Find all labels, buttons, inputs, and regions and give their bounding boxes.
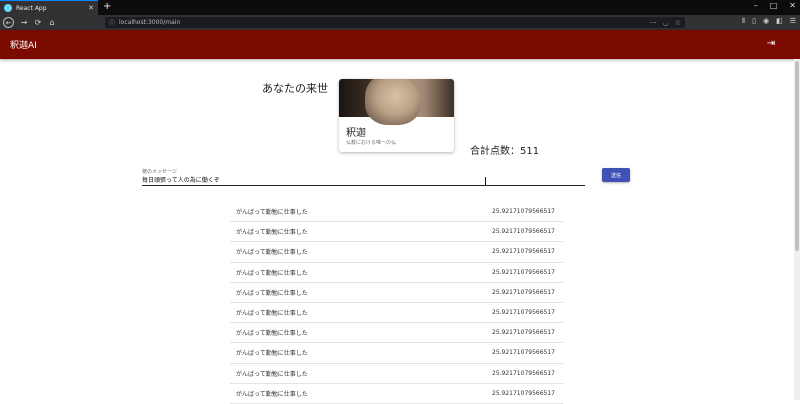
list-item-text: がんばって勤勉に仕事した bbox=[236, 289, 308, 297]
list-item-text: がんばって勤勉に仕事した bbox=[236, 269, 308, 277]
tab-title: React App bbox=[16, 4, 47, 12]
library-icon[interactable]: ⫴ bbox=[742, 17, 745, 26]
url-bar[interactable]: ⓘ localhost:3000/main ··· ◡ ☆ bbox=[105, 17, 685, 28]
toolbar-icons: ⫴ ▯ ◉ ◧ ☰ bbox=[742, 17, 796, 26]
submit-button[interactable]: 送信 bbox=[602, 168, 630, 182]
total-score: 合計点数：511 bbox=[470, 146, 540, 157]
message-list: がんばって勤勉に仕事した 25.92171079566517 がんばって勤勉に仕… bbox=[230, 202, 563, 404]
new-tab-button[interactable]: + bbox=[103, 1, 111, 13]
list-item-score: 25.92171079566517 bbox=[492, 208, 555, 216]
list-item-score: 25.92171079566517 bbox=[492, 288, 555, 296]
reload-icon[interactable]: ⟳ bbox=[31, 18, 45, 27]
list-item-score: 25.92171079566517 bbox=[492, 389, 555, 397]
more-icon[interactable]: ··· bbox=[650, 19, 657, 27]
list-item-text: がんばって勤勉に仕事した bbox=[236, 209, 308, 217]
home-icon[interactable]: ⌂ bbox=[45, 18, 59, 27]
pocket-icon[interactable]: ◡ bbox=[663, 19, 669, 27]
list-item-score: 25.92171079566517 bbox=[492, 268, 555, 276]
page-scrollbar[interactable] bbox=[794, 59, 800, 400]
list-item: がんばって勤勉に仕事した 25.92171079566517 bbox=[230, 283, 563, 303]
list-item-score: 25.92171079566517 bbox=[492, 349, 555, 357]
message-input[interactable] bbox=[142, 174, 585, 186]
list-item-score: 25.92171079566517 bbox=[492, 228, 555, 236]
text-cursor bbox=[485, 177, 486, 185]
maximize-icon[interactable]: □ bbox=[770, 1, 778, 10]
reincarnation-card: 釈迦 仏教における唯一の仏 bbox=[339, 79, 454, 152]
back-icon[interactable]: ← bbox=[3, 17, 14, 28]
list-item-score: 25.92171079566517 bbox=[492, 369, 555, 377]
account-icon[interactable]: ◉ bbox=[763, 17, 769, 26]
browser-nav-bar: ← → ⟳ ⌂ ⓘ localhost:3000/main ··· ◡ ☆ ⫴ … bbox=[0, 15, 800, 30]
scrollbar-thumb[interactable] bbox=[795, 61, 799, 251]
app-title: 釈迦AI bbox=[10, 41, 37, 51]
card-subtitle: 仏教における唯一の仏 bbox=[346, 140, 397, 146]
list-item-text: がんばって勤勉に仕事した bbox=[236, 350, 308, 358]
list-item-text: がんばって勤勉に仕事した bbox=[236, 310, 308, 318]
list-item: がんばって勤勉に仕事した 25.92171079566517 bbox=[230, 323, 563, 344]
forward-icon[interactable]: → bbox=[17, 18, 31, 27]
menu-icon[interactable]: ☰ bbox=[790, 17, 796, 26]
info-icon[interactable]: ⓘ bbox=[109, 18, 115, 27]
list-item: がんばって勤勉に仕事した 25.92171079566517 bbox=[230, 343, 563, 364]
list-item: がんばって勤勉に仕事した 25.92171079566517 bbox=[230, 222, 563, 243]
list-item-text: がんばって勤勉に仕事した bbox=[236, 370, 308, 378]
list-item-text: がんばって勤勉に仕事した bbox=[236, 390, 308, 398]
close-window-icon[interactable]: ✕ bbox=[789, 1, 796, 10]
extension-icon[interactable]: ◧ bbox=[776, 17, 783, 26]
url-actions: ··· ◡ ☆ bbox=[650, 19, 681, 27]
list-item: がんばって勤勉に仕事した 25.92171079566517 bbox=[230, 364, 563, 384]
card-title: 釈迦 bbox=[346, 128, 366, 139]
browser-tab[interactable]: React App ✕ bbox=[0, 0, 98, 15]
browser-tab-bar: React App ✕ + – □ ✕ bbox=[0, 0, 800, 15]
buddha-image bbox=[339, 79, 454, 125]
list-item: がんばって勤勉に仕事した 25.92171079566517 bbox=[230, 202, 563, 223]
app-bar: 釈迦AI ⇥ bbox=[0, 30, 800, 59]
list-item-score: 25.92171079566517 bbox=[492, 309, 555, 317]
minimize-icon[interactable]: – bbox=[754, 1, 758, 10]
list-item: がんばって勤勉に仕事した 25.92171079566517 bbox=[230, 384, 563, 404]
list-item-text: がんばって勤勉に仕事した bbox=[236, 249, 308, 257]
list-item: がんばって勤勉に仕事した 25.92171079566517 bbox=[230, 303, 563, 324]
result-heading: あなたの来世 bbox=[262, 82, 328, 95]
close-tab-icon[interactable]: ✕ bbox=[88, 4, 94, 12]
list-item-score: 25.92171079566517 bbox=[492, 329, 555, 337]
list-item: がんばって勤勉に仕事した 25.92171079566517 bbox=[230, 263, 563, 283]
list-item-text: がんばって勤勉に仕事した bbox=[236, 330, 308, 338]
sidebar-icon[interactable]: ▯ bbox=[752, 17, 756, 26]
list-item-text: がんばって勤勉に仕事した bbox=[236, 229, 308, 237]
buddha-face-shape bbox=[365, 79, 421, 125]
react-icon bbox=[4, 4, 12, 12]
list-item-score: 25.92171079566517 bbox=[492, 248, 555, 256]
bookmark-star-icon[interactable]: ☆ bbox=[675, 19, 681, 27]
list-item: がんばって勤勉に仕事した 25.92171079566517 bbox=[230, 242, 563, 263]
logout-icon[interactable]: ⇥ bbox=[765, 38, 777, 50]
url-text[interactable]: localhost:3000/main bbox=[119, 19, 180, 26]
window-controls: – □ ✕ bbox=[754, 1, 796, 10]
